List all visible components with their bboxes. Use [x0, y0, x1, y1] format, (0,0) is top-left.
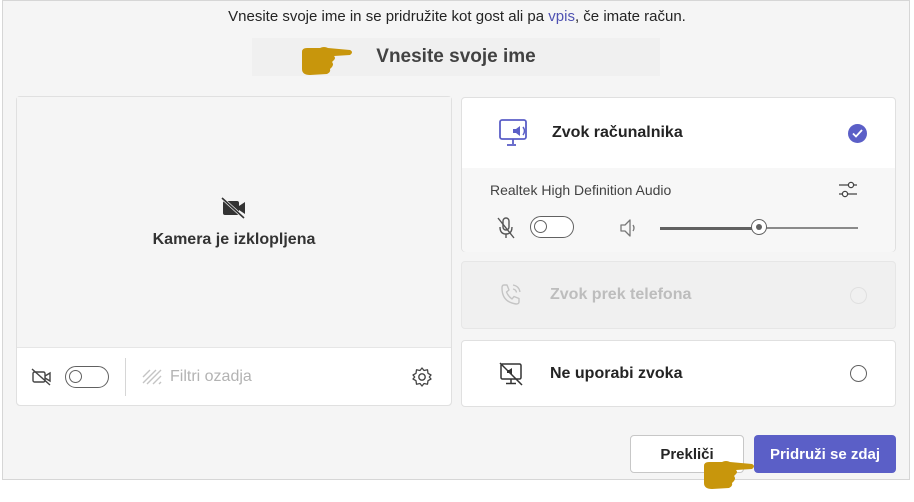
no-audio-radio[interactable] — [850, 365, 867, 382]
background-filters-button[interactable]: Filtri ozadja — [142, 368, 252, 386]
join-now-button[interactable]: Pridruži se zdaj — [754, 435, 896, 473]
sign-in-link[interactable]: vpis — [548, 8, 575, 25]
background-filters-label: Filtri ozadja — [170, 367, 252, 385]
camera-toggle[interactable] — [65, 365, 109, 388]
speaker-icon — [620, 219, 635, 237]
video-preview: Kamera je izklopljena — [17, 97, 451, 349]
guest-intro-text: Vnesite svoje ime in se pridružite kot g… — [0, 8, 914, 25]
computer-audio-title: Zvok računalnika — [552, 124, 683, 141]
divider — [125, 357, 126, 396]
intro-text-after: , če imate račun. — [574, 8, 686, 25]
phone-audio-option: Zvok prek telefona — [461, 261, 896, 329]
microphone-toggle[interactable] — [530, 216, 574, 238]
no-audio-title: Ne uporabi zvoka — [550, 364, 683, 382]
camera-off-icon — [221, 197, 246, 219]
intro-text-before: Vnesite svoje ime in se pridružite kot g… — [228, 8, 549, 25]
name-input-placeholder: Vnesite svoje ime — [376, 46, 536, 67]
video-preview-card: Kamera je izklopljena Filtri ozadja — [16, 96, 452, 406]
computer-audio-settings: Realtek High Definition Audio — [462, 168, 895, 252]
computer-audio-selected-check[interactable] — [848, 124, 867, 143]
microphone-off-icon — [497, 217, 515, 239]
camera-off-label: Kamera je izklopljena — [152, 231, 316, 248]
pointing-hand-icon — [704, 461, 754, 489]
pointing-hand-icon — [302, 47, 352, 75]
phone-audio-title: Zvok prek telefona — [550, 286, 692, 303]
camera-toggle-knob — [69, 369, 82, 383]
background-filters-icon — [142, 369, 162, 384]
computer-audio-header: Zvok računalnika — [462, 98, 895, 169]
gear-icon[interactable] — [411, 366, 433, 388]
camera-off-small-icon — [31, 367, 51, 386]
device-settings-icon[interactable] — [837, 180, 859, 200]
audio-device-name: Realtek High Definition Audio — [490, 182, 672, 198]
speaker-volume-fill — [660, 226, 759, 230]
computer-audio-icon — [499, 119, 527, 146]
speaker-volume-thumb[interactable] — [751, 219, 767, 235]
checkmark-icon — [852, 129, 863, 138]
no-audio-icon — [499, 361, 523, 386]
phone-icon — [501, 284, 521, 305]
phone-audio-row: Zvok prek telefona — [462, 262, 895, 328]
video-controls-bar: Filtri ozadja — [17, 347, 451, 405]
computer-audio-option[interactable]: Zvok računalnika Realtek High Definition… — [461, 97, 896, 252]
phone-audio-radio — [850, 287, 867, 304]
no-audio-option[interactable]: Ne uporabi zvoka — [461, 340, 896, 407]
microphone-toggle-knob — [534, 220, 547, 233]
no-audio-row: Ne uporabi zvoka — [462, 341, 895, 406]
